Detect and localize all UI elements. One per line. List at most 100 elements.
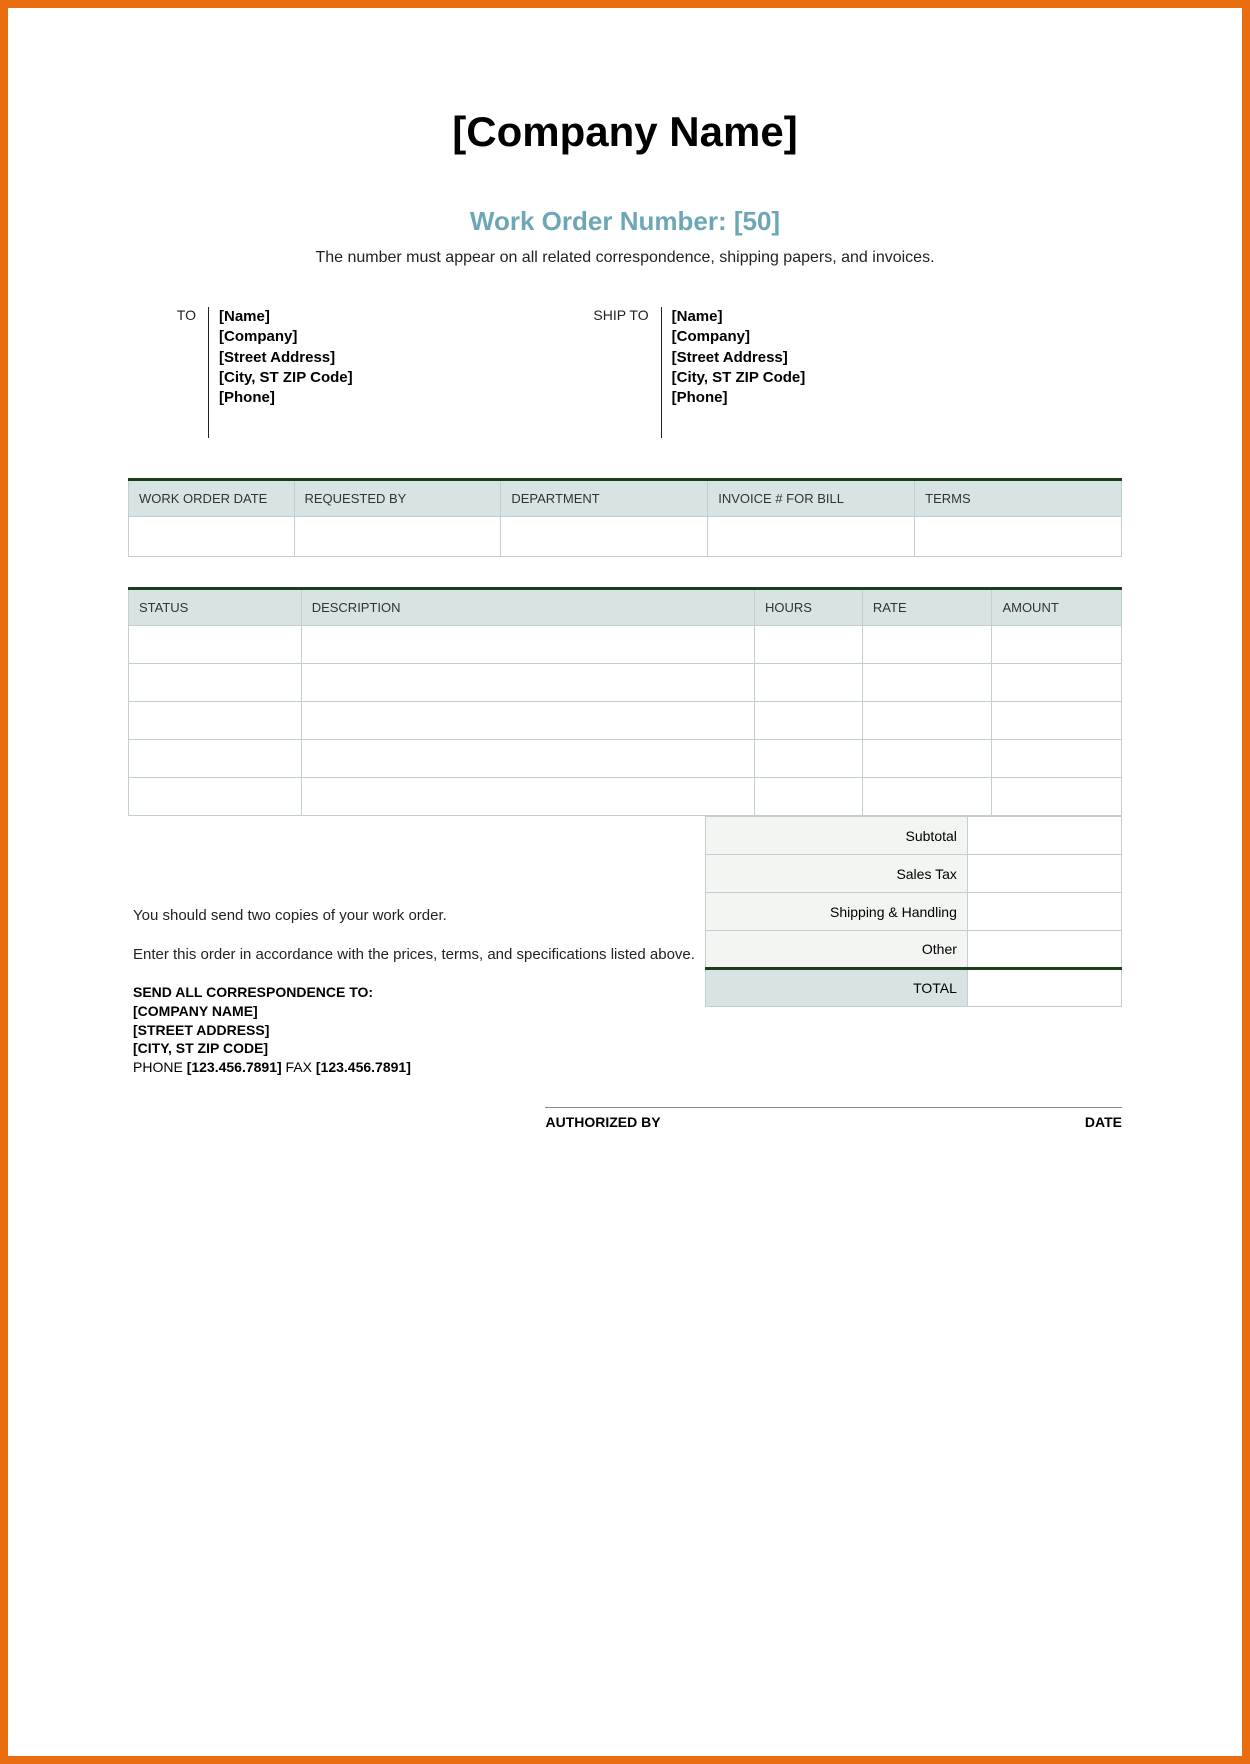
- correspondence-phone: [123.456.7891]: [187, 1059, 282, 1075]
- phone-prefix: PHONE: [133, 1059, 187, 1075]
- lower-section: You should send two copies of your work …: [128, 816, 1122, 1077]
- shipto-address-lines: [Name] [Company] [Street Address] [City,…: [661, 307, 806, 438]
- shipping-value[interactable]: [967, 893, 1121, 931]
- subtotal-value[interactable]: [967, 817, 1121, 855]
- line-hours-cell[interactable]: [755, 778, 863, 816]
- to-phone: [Phone]: [219, 388, 353, 408]
- other-row: Other: [705, 931, 1121, 969]
- line-rate-cell[interactable]: [862, 778, 992, 816]
- shipto-label: SHIP TO: [591, 307, 661, 438]
- line-amount-cell[interactable]: [992, 740, 1122, 778]
- salestax-label: Sales Tax: [705, 855, 967, 893]
- line-amount-cell[interactable]: [992, 626, 1122, 664]
- info-header-row: WORK ORDER DATE REQUESTED BY DEPARTMENT …: [129, 480, 1122, 517]
- work-order-page: [Company Name] Work Order Number: [50] T…: [8, 8, 1242, 1756]
- line-items-table: STATUS DESCRIPTION HOURS RATE AMOUNT: [128, 587, 1122, 816]
- info-header-date: WORK ORDER DATE: [129, 480, 295, 517]
- date-label: DATE: [1085, 1114, 1122, 1130]
- address-section: TO [Name] [Company] [Street Address] [Ci…: [128, 307, 1122, 438]
- line-status-cell[interactable]: [129, 664, 302, 702]
- line-hours-cell[interactable]: [755, 702, 863, 740]
- other-value[interactable]: [967, 931, 1121, 969]
- shipping-label: Shipping & Handling: [705, 893, 967, 931]
- correspondence-block: SEND ALL CORRESPONDENCE TO: [COMPANY NAM…: [133, 983, 705, 1077]
- line-amount-cell[interactable]: [992, 664, 1122, 702]
- shipto-company: [Company]: [672, 327, 806, 347]
- line-header-amount: AMOUNT: [992, 589, 1122, 626]
- info-data-row: [129, 517, 1122, 557]
- line-desc-cell[interactable]: [301, 740, 754, 778]
- shipto-street: [Street Address]: [672, 348, 806, 368]
- shipto-city: [City, ST ZIP Code]: [672, 368, 806, 388]
- info-invoice-cell[interactable]: [708, 517, 915, 557]
- correspondence-street: [STREET ADDRESS]: [133, 1021, 705, 1040]
- info-terms-cell[interactable]: [915, 517, 1122, 557]
- info-table: WORK ORDER DATE REQUESTED BY DEPARTMENT …: [128, 478, 1122, 557]
- line-rate-cell[interactable]: [862, 702, 992, 740]
- to-address-block: TO [Name] [Company] [Street Address] [Ci…: [138, 307, 591, 438]
- to-name: [Name]: [219, 307, 353, 327]
- line-header-row: STATUS DESCRIPTION HOURS RATE AMOUNT: [129, 589, 1122, 626]
- info-header-terms: TERMS: [915, 480, 1122, 517]
- correspondence-fax: [123.456.7891]: [316, 1059, 411, 1075]
- line-status-cell[interactable]: [129, 626, 302, 664]
- line-header-description: DESCRIPTION: [301, 589, 754, 626]
- line-rate-cell[interactable]: [862, 740, 992, 778]
- line-row: [129, 626, 1122, 664]
- line-desc-cell[interactable]: [301, 626, 754, 664]
- note-line-2: Enter this order in accordance with the …: [133, 945, 705, 965]
- info-header-requested: REQUESTED BY: [294, 480, 501, 517]
- correspondence-heading: SEND ALL CORRESPONDENCE TO:: [133, 983, 705, 1002]
- totals-table: Subtotal Sales Tax Shipping & Handling O…: [705, 816, 1122, 1007]
- line-amount-cell[interactable]: [992, 778, 1122, 816]
- to-address-lines: [Name] [Company] [Street Address] [City,…: [208, 307, 353, 438]
- line-status-cell[interactable]: [129, 778, 302, 816]
- work-order-note: The number must appear on all related co…: [128, 249, 1122, 267]
- line-hours-cell[interactable]: [755, 664, 863, 702]
- authorized-by-label: AUTHORIZED BY: [545, 1114, 660, 1130]
- work-order-number: Work Order Number: [50]: [128, 206, 1122, 237]
- info-department-cell[interactable]: [501, 517, 708, 557]
- shipto-address-block: SHIP TO [Name] [Company] [Street Address…: [591, 307, 1122, 438]
- shipping-row: Shipping & Handling: [705, 893, 1121, 931]
- line-hours-cell[interactable]: [755, 626, 863, 664]
- fax-prefix: FAX: [282, 1059, 316, 1075]
- to-city: [City, ST ZIP Code]: [219, 368, 353, 388]
- info-requested-cell[interactable]: [294, 517, 501, 557]
- line-rate-cell[interactable]: [862, 626, 992, 664]
- to-company: [Company]: [219, 327, 353, 347]
- line-amount-cell[interactable]: [992, 702, 1122, 740]
- correspondence-phone-line: PHONE [123.456.7891] FAX [123.456.7891]: [133, 1058, 705, 1077]
- line-status-cell[interactable]: [129, 702, 302, 740]
- line-row: [129, 664, 1122, 702]
- info-date-cell[interactable]: [129, 517, 295, 557]
- total-row: TOTAL: [705, 969, 1121, 1007]
- salestax-value[interactable]: [967, 855, 1121, 893]
- line-desc-cell[interactable]: [301, 702, 754, 740]
- line-row: [129, 740, 1122, 778]
- notes-block: You should send two copies of your work …: [133, 906, 705, 965]
- notes-column: You should send two copies of your work …: [128, 816, 705, 1077]
- correspondence-company: [COMPANY NAME]: [133, 1002, 705, 1021]
- line-rate-cell[interactable]: [862, 664, 992, 702]
- line-hours-cell[interactable]: [755, 740, 863, 778]
- company-name-heading: [Company Name]: [128, 108, 1122, 156]
- note-line-1: You should send two copies of your work …: [133, 906, 705, 926]
- line-status-cell[interactable]: [129, 740, 302, 778]
- line-desc-cell[interactable]: [301, 778, 754, 816]
- line-row: [129, 702, 1122, 740]
- correspondence-city: [CITY, ST ZIP CODE]: [133, 1039, 705, 1058]
- to-label: TO: [138, 307, 208, 438]
- info-header-invoice: INVOICE # FOR BILL: [708, 480, 915, 517]
- total-label: TOTAL: [705, 969, 967, 1007]
- shipto-name: [Name]: [672, 307, 806, 327]
- document-frame: [Company Name] Work Order Number: [50] T…: [0, 0, 1250, 1764]
- line-header-rate: RATE: [862, 589, 992, 626]
- subtotal-label: Subtotal: [705, 817, 967, 855]
- line-desc-cell[interactable]: [301, 664, 754, 702]
- total-value[interactable]: [967, 969, 1121, 1007]
- subtotal-row: Subtotal: [705, 817, 1121, 855]
- shipto-phone: [Phone]: [672, 388, 806, 408]
- info-header-department: DEPARTMENT: [501, 480, 708, 517]
- salestax-row: Sales Tax: [705, 855, 1121, 893]
